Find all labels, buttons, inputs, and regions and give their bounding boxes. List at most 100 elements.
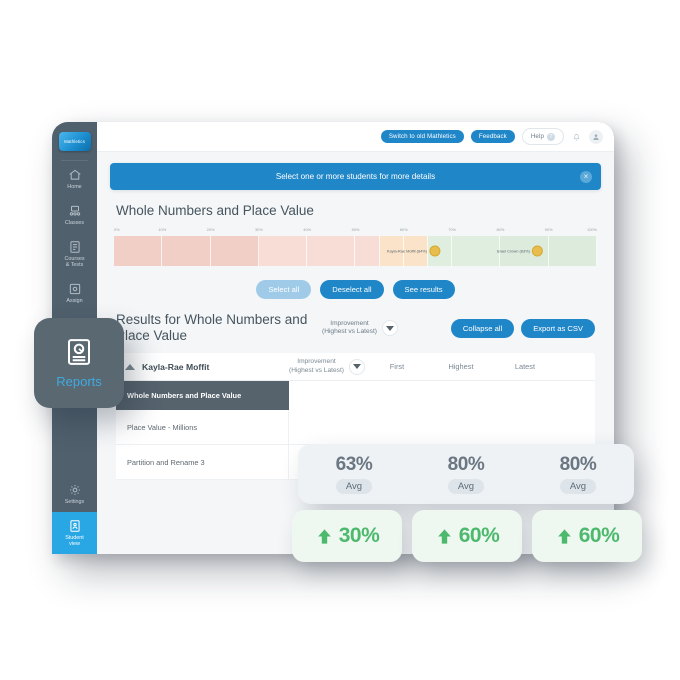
screenshot-root: Mathletics Home Classes Courses & Tests …	[0, 0, 680, 680]
avg-tag: Avg	[447, 479, 485, 494]
table-header-row: Kayla-Rae Moffit Improvement (Highest vs…	[116, 353, 595, 382]
avg-value: 80%	[559, 454, 597, 475]
chart-axis: 0% 10% 20% 30% 40% 50% 60% 70% 80% 90% 100%	[114, 227, 597, 236]
sidebar-item-student-view[interactable]: Student view	[52, 511, 97, 554]
chart-bands: Kayla-Rae Moffit (84%) Israel Crown (83%)	[114, 236, 597, 266]
home-icon	[68, 168, 82, 182]
assign-icon	[68, 282, 82, 296]
triangle-up-icon[interactable]	[125, 363, 135, 370]
report-icon	[64, 337, 94, 367]
help-label: Help	[530, 133, 544, 140]
axis-tick-label: 10%	[158, 227, 167, 232]
table-student-header[interactable]: Kayla-Rae Moffit	[116, 362, 289, 372]
export-csv-button[interactable]: Export as CSV	[521, 318, 595, 338]
averages-floating-card: 63% Avg 80% Avg 80% Avg	[298, 444, 634, 504]
student-marker-label: Kayla-Rae Moffit (84%)	[386, 248, 428, 254]
table-column-first[interactable]: First	[365, 362, 429, 371]
results-title: Results for Whole Numbers and Place Valu…	[116, 312, 308, 344]
student-marker-dot[interactable]	[531, 245, 543, 257]
feedback-button[interactable]: Feedback	[470, 129, 515, 144]
reports-card-label: Reports	[56, 374, 102, 389]
gain-card: 60%	[412, 510, 522, 562]
results-sort-select[interactable]: Improvement (Highest vs Latest)	[322, 320, 398, 337]
switch-to-old-mathletics-button[interactable]: Switch to old Mathletics	[380, 129, 464, 144]
table-column-latest[interactable]: Latest	[493, 362, 557, 371]
reports-floating-card[interactable]: Reports	[34, 318, 124, 408]
results-sort-line1: Improvement	[330, 319, 369, 327]
table-sort-line2: (Highest vs Latest)	[289, 366, 344, 374]
sidebar-item-home-label: Home	[67, 184, 82, 190]
sidebar-item-classes[interactable]: Classes	[52, 197, 97, 233]
chart-band	[548, 236, 597, 266]
see-results-button[interactable]: See results	[392, 280, 455, 300]
avg-tag: Avg	[559, 479, 597, 494]
sidebar-item-settings[interactable]: Settings	[52, 476, 97, 512]
table-sort-line1: Improvement	[297, 358, 336, 366]
table-row-name: Place Value - Millions	[116, 410, 289, 445]
arrow-up-icon	[435, 527, 454, 546]
sidebar-item-home[interactable]: Home	[52, 161, 97, 197]
avg-value: 63%	[335, 454, 373, 475]
table-sort-select[interactable]: Improvement (Highest vs Latest)	[289, 358, 365, 375]
axis-tick-label: 60%	[399, 227, 408, 232]
help-button[interactable]: Help ?	[521, 128, 564, 145]
gain-card: 30%	[292, 510, 402, 562]
info-banner-text: Select one or more students for more det…	[275, 172, 436, 181]
table-column-highest[interactable]: Highest	[429, 362, 493, 371]
gain-value: 60%	[578, 524, 620, 547]
gain-value: 60%	[458, 524, 500, 547]
chart-band	[355, 236, 380, 266]
table-row-name: Whole Numbers and Place Value	[116, 381, 289, 411]
student-view-icon	[68, 519, 82, 533]
sidebar-item-courses-tests[interactable]: Courses & Tests	[52, 233, 97, 276]
sidebar-item-student-view-label: Student view	[65, 534, 84, 548]
chart-band	[114, 236, 163, 266]
results-sort-line2: (Highest vs Latest)	[322, 328, 377, 336]
axis-tick-label: 30%	[254, 227, 263, 232]
avg-stat-highest: 80% Avg	[410, 454, 522, 494]
results-header: Results for Whole Numbers and Place Valu…	[116, 312, 595, 344]
gains-floating-row: 30% 60% 60%	[292, 510, 642, 562]
axis-tick-label: 70%	[448, 227, 456, 232]
bell-icon[interactable]	[571, 131, 582, 142]
arrow-up-icon	[315, 527, 334, 546]
avg-stat-first: 63% Avg	[298, 454, 410, 494]
results-header-buttons: Collapse all Export as CSV	[450, 318, 595, 338]
student-marker-label: Israel Crown (83%)	[496, 248, 530, 254]
app-topbar: Switch to old Mathletics Feedback Help ?	[97, 122, 614, 152]
mathletics-logo[interactable]: Mathletics	[52, 122, 97, 160]
close-icon[interactable]: ×	[580, 170, 592, 183]
chevron-down-icon[interactable]	[381, 320, 398, 337]
chart-band	[307, 236, 356, 266]
axis-tick-label: 90%	[544, 227, 553, 232]
gain-value: 30%	[338, 524, 380, 547]
table-student-name: Kayla-Rae Moffit	[142, 361, 210, 372]
gear-icon	[68, 483, 82, 497]
chart-band	[452, 236, 501, 266]
arrow-up-icon	[555, 527, 574, 546]
table-row[interactable]: Whole Numbers and Place Value	[116, 381, 595, 411]
axis-tick-label: 40%	[303, 227, 312, 232]
sidebar-bottom-group: Settings Student view	[52, 476, 97, 554]
user-avatar-icon[interactable]	[589, 129, 603, 144]
sidebar-item-assign[interactable]: Assign	[52, 275, 97, 311]
sidebar-item-classes-label: Classes	[64, 219, 85, 226]
avg-value: 80%	[447, 454, 485, 475]
deselect-all-button[interactable]: Deselect all	[320, 280, 384, 300]
student-marker-dot[interactable]	[429, 245, 441, 257]
info-banner: Select one or more students for more det…	[110, 163, 601, 190]
distribution-chart: 0% 10% 20% 30% 40% 50% 60% 70% 80% 90% 100% Kayla-…	[114, 227, 597, 266]
collapse-all-button[interactable]: Collapse all	[450, 318, 515, 338]
sidebar-item-settings-label: Settings	[64, 498, 85, 505]
chart-action-buttons: Select all Deselect all See results	[110, 280, 601, 300]
table-row[interactable]: Place Value - Millions	[116, 410, 595, 446]
axis-tick-label: 0%	[114, 227, 120, 232]
chevron-down-icon[interactable]	[348, 358, 365, 375]
student-marker[interactable]: Israel Crown (83%)	[496, 245, 543, 257]
avg-stat-latest: 80% Avg	[522, 454, 634, 494]
sidebar-item-courses-tests-label: Courses & Tests	[64, 255, 85, 269]
page-body: Select one or more students for more det…	[97, 152, 614, 481]
classes-icon	[68, 204, 82, 218]
select-all-button[interactable]: Select all	[256, 280, 312, 300]
student-marker[interactable]: Kayla-Rae Moffit (84%)	[386, 245, 441, 257]
